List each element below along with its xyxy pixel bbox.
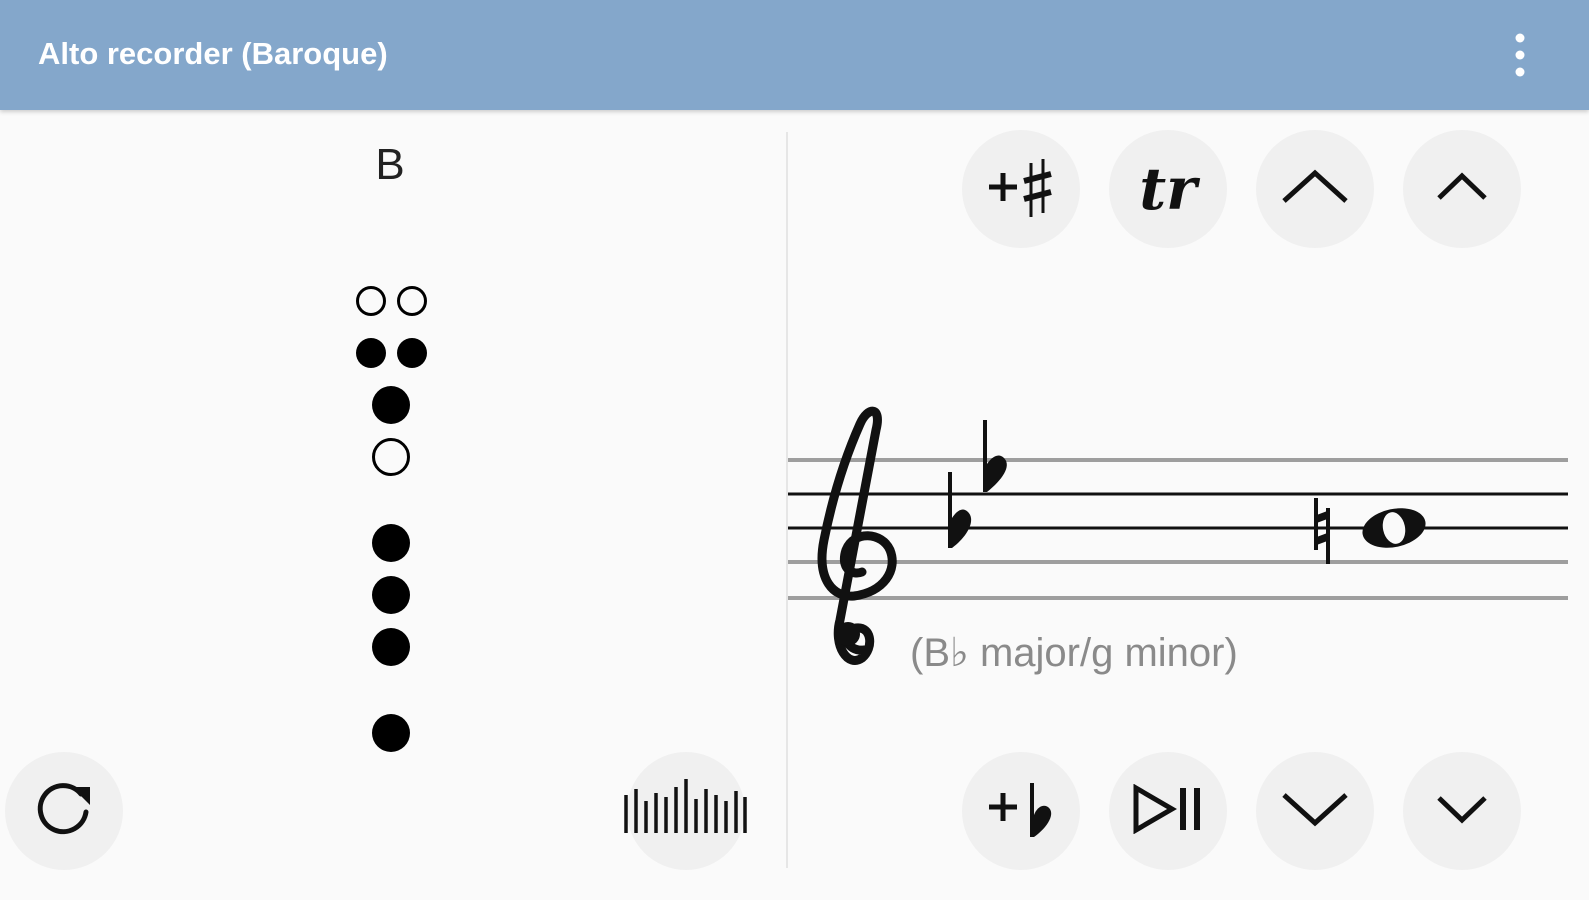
chevron-down-small-icon (1435, 792, 1489, 830)
reset-button[interactable] (5, 752, 123, 870)
finger-hole-2[interactable] (372, 438, 410, 476)
app-bar: Alto recorder (Baroque) (0, 0, 1589, 110)
thumb-hole-left[interactable] (356, 286, 386, 316)
treble-clef-icon (817, 406, 897, 665)
chevron-up-small-icon (1435, 170, 1489, 208)
finger-hole-6[interactable] (372, 714, 410, 752)
tuner-button[interactable] (624, 752, 748, 870)
chevron-down-large-icon (1280, 789, 1350, 833)
add-sharp-icon (986, 155, 1056, 223)
reset-icon (31, 776, 97, 846)
finger-hole-1[interactable] (372, 386, 410, 424)
finger-hole-5[interactable] (372, 628, 410, 666)
key-signature-label: (B♭ major/g minor) (910, 631, 1238, 675)
thumb-hole-right[interactable] (397, 286, 427, 316)
add-flat-icon (986, 777, 1056, 845)
double-hole-right[interactable] (397, 338, 427, 368)
finger-hole-3[interactable] (372, 524, 410, 562)
whole-note (1362, 508, 1426, 548)
trill-label: tr (1139, 155, 1197, 223)
note-name: B (375, 140, 405, 189)
app-title: Alto recorder (Baroque) (38, 36, 388, 71)
octave-down-button[interactable] (1256, 752, 1374, 870)
play-pause-button[interactable] (1109, 752, 1227, 870)
flat-e-icon (948, 472, 972, 548)
flat-b-icon (983, 420, 1007, 492)
semitone-up-button[interactable] (1403, 130, 1521, 248)
octave-up-button[interactable] (1256, 130, 1374, 248)
more-vert-icon[interactable] (1508, 28, 1532, 82)
chevron-up-large-icon (1280, 167, 1350, 211)
play-pause-icon (1132, 783, 1204, 838)
double-hole-left[interactable] (356, 338, 386, 368)
semitone-down-button[interactable] (1403, 752, 1521, 870)
add-sharp-button[interactable] (962, 130, 1080, 248)
finger-hole-4[interactable] (372, 576, 410, 614)
tuner-icon (624, 779, 748, 843)
natural-icon (1314, 498, 1330, 564)
add-flat-button[interactable] (962, 752, 1080, 870)
trill-button[interactable]: tr (1109, 130, 1227, 248)
